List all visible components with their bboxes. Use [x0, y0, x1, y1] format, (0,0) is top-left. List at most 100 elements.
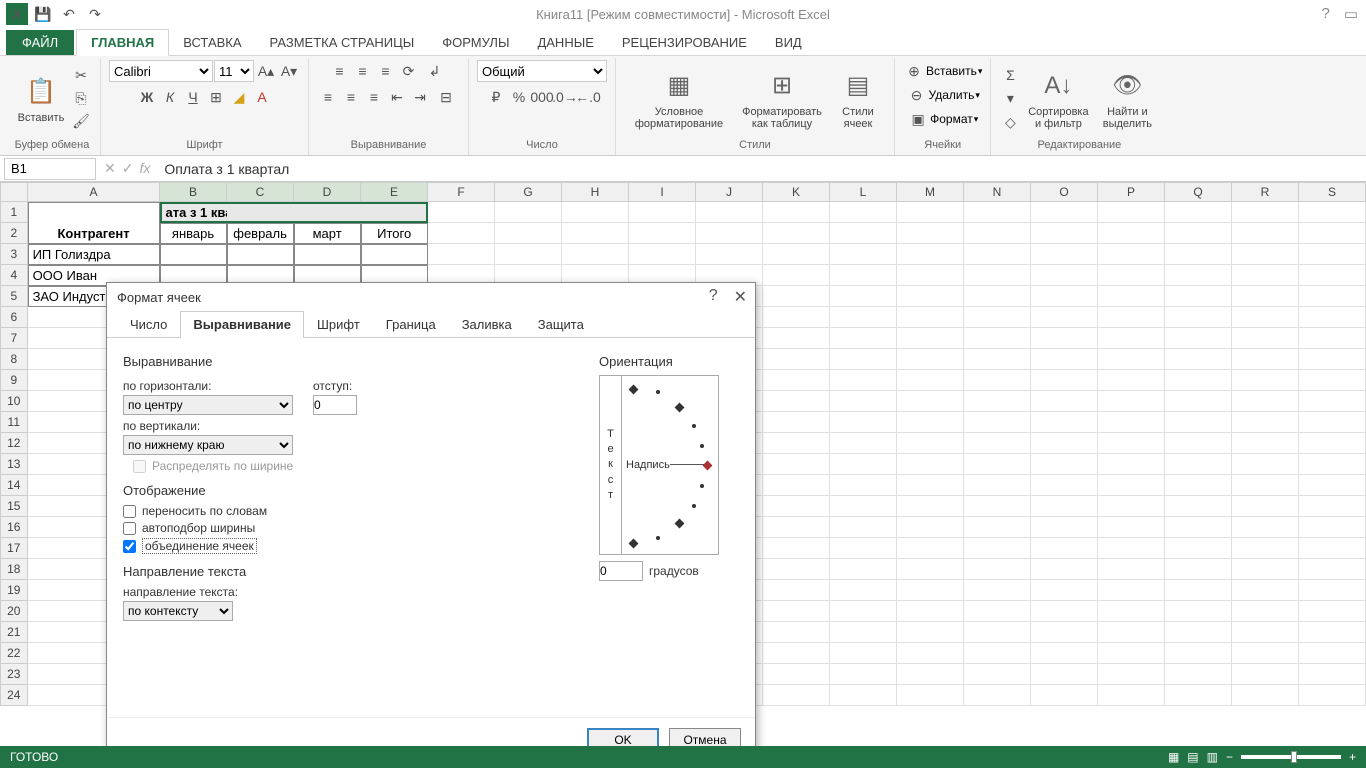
- cell[interactable]: [830, 601, 897, 622]
- cell[interactable]: [964, 454, 1031, 475]
- row-header[interactable]: 19: [0, 580, 28, 601]
- row-header[interactable]: 9: [0, 370, 28, 391]
- cell[interactable]: Итого: [361, 223, 428, 244]
- tab-formulas[interactable]: ФОРМУЛЫ: [428, 30, 523, 55]
- cell[interactable]: [897, 391, 964, 412]
- row-header[interactable]: 13: [0, 454, 28, 475]
- cell[interactable]: [763, 475, 830, 496]
- cell[interactable]: [763, 370, 830, 391]
- cell[interactable]: [1098, 580, 1165, 601]
- cell[interactable]: [830, 286, 897, 307]
- cell[interactable]: [1031, 412, 1098, 433]
- cell[interactable]: [1098, 664, 1165, 685]
- cell[interactable]: [897, 601, 964, 622]
- cell[interactable]: [1098, 370, 1165, 391]
- cell[interactable]: [495, 202, 562, 223]
- cell[interactable]: [1165, 559, 1232, 580]
- cell[interactable]: [1098, 643, 1165, 664]
- dialog-title-bar[interactable]: Формат ячеек ? ✕: [107, 283, 755, 311]
- indent-increase-icon[interactable]: ⇥: [409, 86, 431, 108]
- column-header-M[interactable]: M: [897, 182, 964, 202]
- cell[interactable]: Контрагент: [28, 223, 160, 244]
- align-left-icon[interactable]: ≡: [317, 86, 339, 108]
- degrees-input[interactable]: [599, 561, 643, 581]
- cell[interactable]: [964, 538, 1031, 559]
- cell[interactable]: [1299, 496, 1366, 517]
- align-center-icon[interactable]: ≡: [340, 86, 362, 108]
- text-direction-select[interactable]: по контексту: [123, 601, 233, 621]
- cell[interactable]: [1299, 538, 1366, 559]
- cell-styles-button[interactable]: ▤Стили ячеек: [830, 66, 886, 132]
- cell[interactable]: [897, 664, 964, 685]
- cell[interactable]: [830, 391, 897, 412]
- format-painter-icon[interactable]: 🖌: [70, 111, 92, 133]
- cell[interactable]: [1098, 328, 1165, 349]
- border-icon[interactable]: ⊞: [205, 86, 227, 108]
- cell[interactable]: [1031, 685, 1098, 706]
- cell[interactable]: [1165, 643, 1232, 664]
- column-header-N[interactable]: N: [964, 182, 1031, 202]
- cell[interactable]: [1299, 223, 1366, 244]
- cell[interactable]: [1299, 580, 1366, 601]
- cell[interactable]: [1098, 685, 1165, 706]
- dialog-tab-font[interactable]: Шрифт: [304, 311, 373, 337]
- cell[interactable]: [830, 454, 897, 475]
- cell[interactable]: март: [294, 223, 361, 244]
- cell[interactable]: [897, 286, 964, 307]
- cell[interactable]: [1165, 307, 1232, 328]
- cell[interactable]: [1165, 370, 1232, 391]
- cell[interactable]: [1031, 223, 1098, 244]
- sort-filter-button[interactable]: A↓Сортировка и фильтр: [1021, 66, 1095, 132]
- cell[interactable]: [1232, 412, 1299, 433]
- row-header[interactable]: 22: [0, 643, 28, 664]
- column-header-P[interactable]: P: [1098, 182, 1165, 202]
- cell[interactable]: [1098, 517, 1165, 538]
- cell[interactable]: [1031, 265, 1098, 286]
- cell[interactable]: [763, 580, 830, 601]
- cell[interactable]: [1299, 412, 1366, 433]
- cell[interactable]: [1299, 517, 1366, 538]
- shrink-font-icon[interactable]: A▾: [278, 60, 300, 82]
- cell[interactable]: [964, 559, 1031, 580]
- cell[interactable]: [763, 391, 830, 412]
- cell[interactable]: [897, 349, 964, 370]
- cell[interactable]: [562, 202, 629, 223]
- column-header-L[interactable]: L: [830, 182, 897, 202]
- row-header[interactable]: 18: [0, 559, 28, 580]
- dialog-close-icon[interactable]: ✕: [734, 287, 747, 307]
- cell[interactable]: [1031, 580, 1098, 601]
- cell[interactable]: [1232, 307, 1299, 328]
- cell[interactable]: [1299, 685, 1366, 706]
- cell[interactable]: [830, 538, 897, 559]
- cell[interactable]: [1165, 433, 1232, 454]
- tab-home[interactable]: ГЛАВНАЯ: [76, 29, 169, 56]
- cell[interactable]: [562, 244, 629, 265]
- column-header-F[interactable]: F: [428, 182, 495, 202]
- cell[interactable]: [361, 202, 428, 223]
- cell[interactable]: [1232, 244, 1299, 265]
- cell[interactable]: [763, 559, 830, 580]
- copy-icon[interactable]: ⎘: [70, 88, 92, 110]
- cell[interactable]: [1165, 286, 1232, 307]
- cell[interactable]: [428, 202, 495, 223]
- shrink-fit-checkbox[interactable]: [123, 522, 136, 535]
- vertical-text-button[interactable]: Текст: [600, 376, 622, 554]
- cell[interactable]: [495, 244, 562, 265]
- cell[interactable]: [830, 475, 897, 496]
- cell[interactable]: [763, 454, 830, 475]
- orientation-icon[interactable]: ⟳: [398, 60, 420, 82]
- cell[interactable]: [1232, 496, 1299, 517]
- cell[interactable]: [1232, 601, 1299, 622]
- cell[interactable]: [1031, 454, 1098, 475]
- cell[interactable]: [964, 307, 1031, 328]
- cell[interactable]: [1232, 580, 1299, 601]
- paste-button[interactable]: 📋 Вставить: [12, 72, 70, 126]
- cell[interactable]: [897, 559, 964, 580]
- delete-cells-button[interactable]: ⊖Удалить▾: [906, 84, 980, 106]
- cell[interactable]: [1299, 286, 1366, 307]
- fill-icon[interactable]: ▾: [999, 88, 1021, 110]
- cell[interactable]: [1031, 328, 1098, 349]
- cell[interactable]: [1031, 244, 1098, 265]
- cell[interactable]: [1232, 643, 1299, 664]
- name-box[interactable]: B1: [4, 158, 96, 180]
